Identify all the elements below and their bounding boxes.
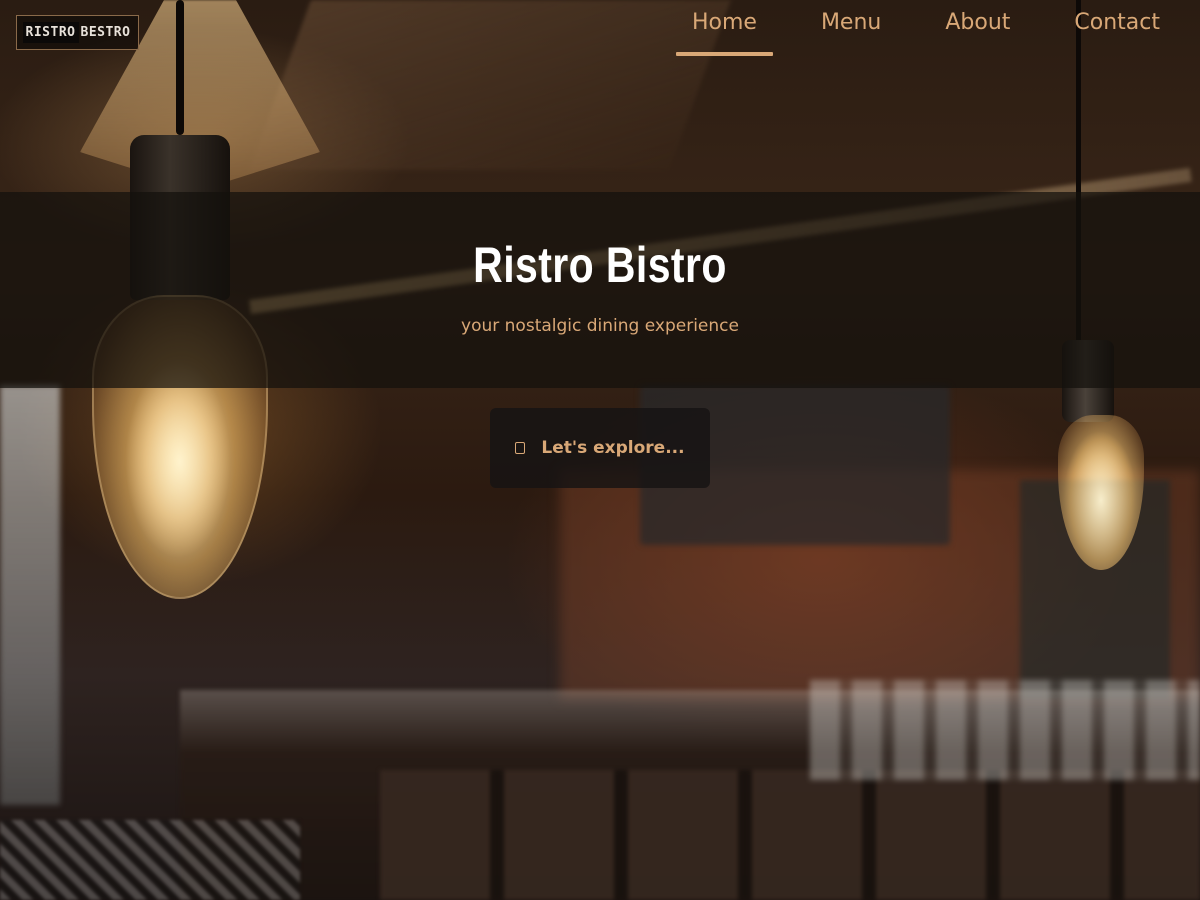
background-window (0, 385, 60, 805)
logo-text-part1: RISTRO (22, 22, 79, 43)
site-logo[interactable]: RISTRO BESTRO (16, 15, 139, 50)
nav-item-about[interactable]: About (929, 0, 1026, 56)
background-glasses (810, 680, 1200, 780)
explore-button[interactable]: Let's explore... (490, 408, 710, 488)
hero-section: RISTRO BESTRO Home Menu About Contact Ri… (0, 0, 1200, 900)
main-nav: Home Menu About Contact (644, 0, 1200, 56)
lamp-cord-left (176, 0, 184, 135)
logo-text-part2: BESTRO (80, 25, 131, 40)
box-icon (515, 442, 526, 454)
background-counter-cabinets (380, 770, 1200, 900)
nav-item-home[interactable]: Home (675, 0, 773, 56)
background-door (1020, 480, 1170, 700)
background-bar-counter (180, 690, 1200, 900)
background-brick-wall (560, 470, 1200, 700)
hero-title: Ristro Bistro (473, 237, 727, 293)
nav-item-contact[interactable]: Contact (1058, 0, 1176, 56)
hero-subtitle: your nostalgic dining experience (461, 316, 739, 336)
hero-banner: Ristro Bistro your nostalgic dining expe… (0, 192, 1200, 388)
nav-item-menu[interactable]: Menu (805, 0, 897, 56)
background-tiled-floor (0, 820, 300, 900)
explore-button-label: Let's explore... (541, 438, 685, 458)
edison-bulb-right (1058, 415, 1144, 570)
